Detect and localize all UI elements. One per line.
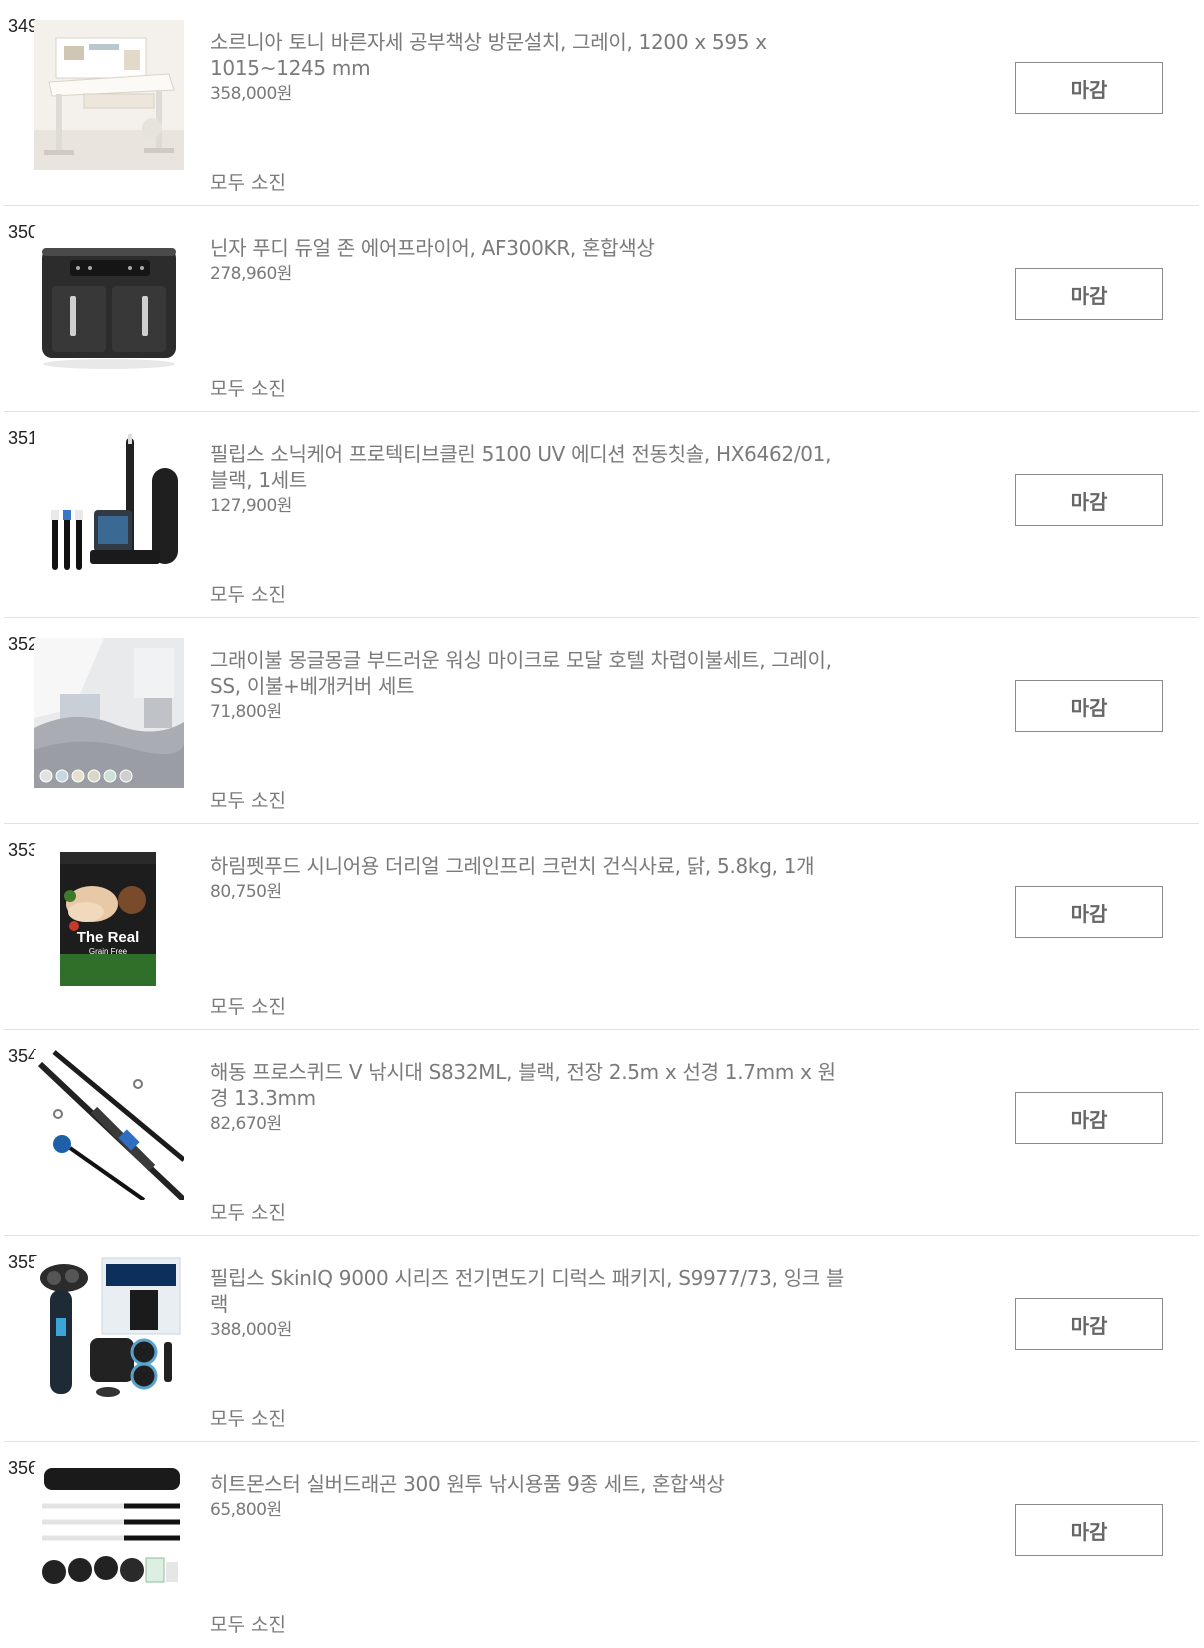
list-item: 354 해동 프로스퀴드 V 낚시대 S832ML, 블랙, 전장 2.5m x… [4, 1030, 1199, 1236]
closed-button[interactable]: 마감 [1015, 1092, 1163, 1144]
status-text: 모두 소진 [210, 790, 286, 812]
product-title-text[interactable]: 필립스 소닉케어 프로텍티브클린 5100 UV 에디션 전동칫솔, HX646… [210, 441, 850, 493]
status-text: 모두 소진 [210, 1614, 286, 1636]
closed-button[interactable]: 마감 [1015, 1504, 1163, 1556]
product-title-text[interactable]: 해동 프로스퀴드 V 낚시대 S832ML, 블랙, 전장 2.5m x 선경 … [210, 1059, 850, 1111]
product-list: 349 소르니아 토니 바른자세 공부책상 방문설치, 그레이, 1200 x … [0, 0, 1204, 1648]
fishing-set-image[interactable] [34, 1462, 184, 1612]
status-text: 모두 소진 [210, 996, 286, 1018]
status-text: 모두 소진 [210, 1408, 286, 1430]
product-title-text[interactable]: 필립스 SkinIQ 9000 시리즈 전기면도기 디럭스 패키지, S9977… [210, 1265, 850, 1317]
list-item: 349 소르니아 토니 바른자세 공부책상 방문설치, 그레이, 1200 x … [4, 0, 1199, 206]
product-price: 71,800원 [210, 702, 282, 722]
bedding-image[interactable] [34, 638, 184, 788]
product-price: 388,000원 [210, 1320, 292, 1340]
product-title[interactable]: 그래이불 몽글몽글 부드러운 워싱 마이크로 모달 호텔 차렵이불세트, 그레이… [210, 647, 850, 725]
closed-button[interactable]: 마감 [1015, 62, 1163, 114]
shaver-image[interactable] [34, 1256, 184, 1406]
list-item: 356 히트몬스터 실버드래곤 300 원투 낚시용품 9종 세트, 혼합색상 [4, 1442, 1199, 1648]
product-price: 82,670원 [210, 1114, 282, 1134]
product-title-text[interactable]: 히트몬스터 실버드래곤 300 원투 낚시용품 9종 세트, 혼합색상 [210, 1471, 850, 1497]
product-title[interactable]: 소르니아 토니 바른자세 공부책상 방문설치, 그레이, 1200 x 595 … [210, 29, 850, 107]
product-title[interactable]: 해동 프로스퀴드 V 낚시대 S832ML, 블랙, 전장 2.5m x 선경 … [210, 1059, 850, 1137]
list-item: 351 필립스 소닉케어 프로텍티브클린 5100 UV 에디션 전동칫솔, H… [4, 412, 1199, 618]
status-text: 모두 소진 [210, 584, 286, 606]
closed-button[interactable]: 마감 [1015, 886, 1163, 938]
closed-button[interactable]: 마감 [1015, 1298, 1163, 1350]
product-title[interactable]: 필립스 소닉케어 프로텍티브클린 5100 UV 에디션 전동칫솔, HX646… [210, 441, 850, 519]
product-price: 278,960원 [210, 264, 292, 284]
status-text: 모두 소진 [210, 378, 286, 400]
product-title[interactable]: 하림펫푸드 시니어용 더리얼 그레인프리 크런치 건식사료, 닭, 5.8kg,… [210, 853, 850, 905]
list-item: 350 닌자 푸디 듀얼 존 에어프라이어, AF300KR, 혼합색상 278… [4, 206, 1199, 412]
product-title-text[interactable]: 소르니아 토니 바른자세 공부책상 방문설치, 그레이, 1200 x 595 … [210, 29, 850, 81]
product-price: 127,900원 [210, 496, 292, 516]
list-item: 353 The Real Grain Free 하림펫푸드 시니어용 더리얼 그… [4, 824, 1199, 1030]
closed-button[interactable]: 마감 [1015, 680, 1163, 732]
list-item: 355 필립스 SkinIQ 9000 시리즈 전기면도기 디럭스 패키지, S… [4, 1236, 1199, 1442]
dog-food-brand-text: The Real [77, 929, 140, 946]
product-price: 65,800원 [210, 1500, 282, 1520]
status-text: 모두 소진 [210, 172, 286, 194]
product-title[interactable]: 히트몬스터 실버드래곤 300 원투 낚시용품 9종 세트, 혼합색상 65,8… [210, 1471, 850, 1523]
dog-food-sub-text: Grain Free [89, 947, 128, 956]
product-title-text[interactable]: 닌자 푸디 듀얼 존 에어프라이어, AF300KR, 혼합색상 [210, 235, 850, 261]
list-item: 352 그래이불 몽글몽글 부드러운 워싱 마이크로 모달 호텔 차렵이불세트,… [4, 618, 1199, 824]
closed-button[interactable]: 마감 [1015, 474, 1163, 526]
fishing-rod-image[interactable] [34, 1050, 184, 1200]
desk-image[interactable] [34, 20, 184, 170]
product-price: 358,000원 [210, 84, 292, 104]
product-title[interactable]: 닌자 푸디 듀얼 존 에어프라이어, AF300KR, 혼합색상 278,960… [210, 235, 850, 287]
product-price: 80,750원 [210, 882, 282, 902]
air-fryer-image[interactable] [34, 226, 184, 376]
product-title-text[interactable]: 하림펫푸드 시니어용 더리얼 그레인프리 크런치 건식사료, 닭, 5.8kg,… [210, 853, 850, 879]
toothbrush-image[interactable] [34, 432, 184, 582]
product-title[interactable]: 필립스 SkinIQ 9000 시리즈 전기면도기 디럭스 패키지, S9977… [210, 1265, 850, 1343]
closed-button[interactable]: 마감 [1015, 268, 1163, 320]
product-title-text[interactable]: 그래이불 몽글몽글 부드러운 워싱 마이크로 모달 호텔 차렵이불세트, 그레이… [210, 647, 850, 699]
status-text: 모두 소진 [210, 1202, 286, 1224]
dog-food-image[interactable]: The Real Grain Free [34, 844, 184, 994]
